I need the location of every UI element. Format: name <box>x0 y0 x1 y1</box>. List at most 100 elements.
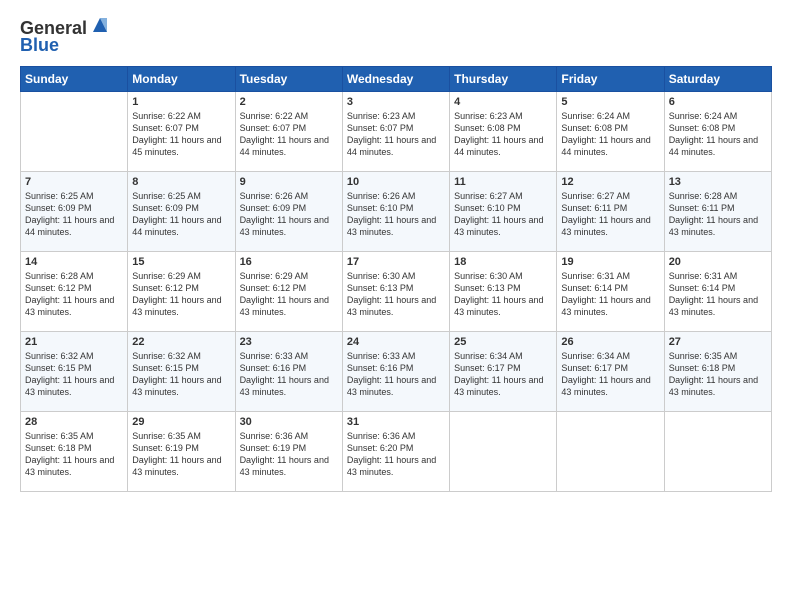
cell-info: Sunrise: 6:34 AM Sunset: 6:17 PM Dayligh… <box>561 350 659 399</box>
header-row: SundayMondayTuesdayWednesdayThursdayFrid… <box>21 67 772 92</box>
cell-info: Sunrise: 6:24 AM Sunset: 6:08 PM Dayligh… <box>669 110 767 159</box>
week-row-2: 7 Sunrise: 6:25 AM Sunset: 6:09 PM Daylig… <box>21 172 772 252</box>
calendar-cell: 28Sunrise: 6:35 AM Sunset: 6:18 PM Dayli… <box>21 412 128 492</box>
calendar-cell: 10 Sunrise: 6:26 AM Sunset: 6:10 PM Dayli… <box>342 172 449 252</box>
cell-info: Sunrise: 6:27 AM Sunset: 6:11 PM Dayligh… <box>561 190 659 239</box>
day-number: 29 <box>132 416 230 428</box>
cell-info: Sunrise: 6:33 AM Sunset: 6:16 PM Dayligh… <box>347 350 445 399</box>
calendar-cell <box>664 412 771 492</box>
day-number: 12 <box>561 176 659 188</box>
day-number: 11 <box>454 176 552 188</box>
logo-icon <box>89 14 111 36</box>
calendar-cell: 24 Sunrise: 6:33 AM Sunset: 6:16 PM Dayli… <box>342 332 449 412</box>
header-thursday: Thursday <box>450 67 557 92</box>
calendar-cell: 12 Sunrise: 6:27 AM Sunset: 6:11 PM Dayli… <box>557 172 664 252</box>
day-number: 30 <box>240 416 338 428</box>
cell-info: Sunrise: 6:29 AM Sunset: 6:12 PM Dayligh… <box>132 270 230 319</box>
day-number: 26 <box>561 336 659 348</box>
calendar-cell: 15 Sunrise: 6:29 AM Sunset: 6:12 PM Dayli… <box>128 252 235 332</box>
calendar-cell: 1Sunrise: 6:22 AM Sunset: 6:07 PM Daylig… <box>128 92 235 172</box>
calendar-cell: 29 Sunrise: 6:35 AM Sunset: 6:19 PM Dayli… <box>128 412 235 492</box>
day-number: 24 <box>347 336 445 348</box>
day-number: 28 <box>25 416 123 428</box>
cell-info: Sunrise: 6:26 AM Sunset: 6:09 PM Dayligh… <box>240 190 338 239</box>
week-row-4: 21Sunrise: 6:32 AM Sunset: 6:15 PM Dayli… <box>21 332 772 412</box>
calendar-cell <box>450 412 557 492</box>
calendar-cell: 4Sunrise: 6:23 AM Sunset: 6:08 PM Daylig… <box>450 92 557 172</box>
cell-info: Sunrise: 6:35 AM Sunset: 6:18 PM Dayligh… <box>669 350 767 399</box>
calendar-cell: 14 Sunrise: 6:28 AM Sunset: 6:12 PM Dayli… <box>21 252 128 332</box>
day-number: 18 <box>454 256 552 268</box>
header-tuesday: Tuesday <box>235 67 342 92</box>
calendar-cell: 31Sunrise: 6:36 AM Sunset: 6:20 PM Dayli… <box>342 412 449 492</box>
cell-info: Sunrise: 6:25 AM Sunset: 6:09 PM Dayligh… <box>132 190 230 239</box>
calendar-cell: 22 Sunrise: 6:32 AM Sunset: 6:15 PM Dayli… <box>128 332 235 412</box>
day-number: 17 <box>347 256 445 268</box>
calendar-cell: 27 Sunrise: 6:35 AM Sunset: 6:18 PM Dayli… <box>664 332 771 412</box>
day-number: 4 <box>454 96 552 108</box>
cell-info: Sunrise: 6:32 AM Sunset: 6:15 PM Dayligh… <box>132 350 230 399</box>
cell-info: Sunrise: 6:33 AM Sunset: 6:16 PM Dayligh… <box>240 350 338 399</box>
calendar-cell: 18 Sunrise: 6:30 AM Sunset: 6:13 PM Dayli… <box>450 252 557 332</box>
cell-info: Sunrise: 6:28 AM Sunset: 6:12 PM Dayligh… <box>25 270 123 319</box>
calendar-cell: 25Sunrise: 6:34 AM Sunset: 6:17 PM Dayli… <box>450 332 557 412</box>
day-number: 13 <box>669 176 767 188</box>
day-number: 15 <box>132 256 230 268</box>
header-monday: Monday <box>128 67 235 92</box>
cell-info: Sunrise: 6:27 AM Sunset: 6:10 PM Dayligh… <box>454 190 552 239</box>
calendar-cell <box>21 92 128 172</box>
cell-info: Sunrise: 6:25 AM Sunset: 6:09 PM Dayligh… <box>25 190 123 239</box>
day-number: 5 <box>561 96 659 108</box>
day-number: 27 <box>669 336 767 348</box>
week-row-5: 28Sunrise: 6:35 AM Sunset: 6:18 PM Dayli… <box>21 412 772 492</box>
cell-info: Sunrise: 6:30 AM Sunset: 6:13 PM Dayligh… <box>347 270 445 319</box>
header-saturday: Saturday <box>664 67 771 92</box>
calendar-cell: 21Sunrise: 6:32 AM Sunset: 6:15 PM Dayli… <box>21 332 128 412</box>
header-sunday: Sunday <box>21 67 128 92</box>
cell-info: Sunrise: 6:30 AM Sunset: 6:13 PM Dayligh… <box>454 270 552 319</box>
week-row-3: 14 Sunrise: 6:28 AM Sunset: 6:12 PM Dayli… <box>21 252 772 332</box>
calendar-cell: 6 Sunrise: 6:24 AM Sunset: 6:08 PM Daylig… <box>664 92 771 172</box>
day-number: 23 <box>240 336 338 348</box>
calendar-cell: 11 Sunrise: 6:27 AM Sunset: 6:10 PM Dayli… <box>450 172 557 252</box>
cell-info: Sunrise: 6:29 AM Sunset: 6:12 PM Dayligh… <box>240 270 338 319</box>
day-number: 1 <box>132 96 230 108</box>
cell-info: Sunrise: 6:31 AM Sunset: 6:14 PM Dayligh… <box>561 270 659 319</box>
calendar-table: SundayMondayTuesdayWednesdayThursdayFrid… <box>20 66 772 492</box>
day-number: 9 <box>240 176 338 188</box>
day-number: 8 <box>132 176 230 188</box>
day-number: 10 <box>347 176 445 188</box>
day-number: 7 <box>25 176 123 188</box>
calendar-cell: 5Sunrise: 6:24 AM Sunset: 6:08 PM Daylig… <box>557 92 664 172</box>
calendar-cell: 17 Sunrise: 6:30 AM Sunset: 6:13 PM Dayli… <box>342 252 449 332</box>
header: General Blue <box>20 18 772 56</box>
cell-info: Sunrise: 6:34 AM Sunset: 6:17 PM Dayligh… <box>454 350 552 399</box>
calendar-cell: 26 Sunrise: 6:34 AM Sunset: 6:17 PM Dayli… <box>557 332 664 412</box>
day-number: 16 <box>240 256 338 268</box>
calendar-cell: 2Sunrise: 6:22 AM Sunset: 6:07 PM Daylig… <box>235 92 342 172</box>
calendar-cell: 23 Sunrise: 6:33 AM Sunset: 6:16 PM Dayli… <box>235 332 342 412</box>
calendar-cell: 30Sunrise: 6:36 AM Sunset: 6:19 PM Dayli… <box>235 412 342 492</box>
calendar-cell: 19 Sunrise: 6:31 AM Sunset: 6:14 PM Dayli… <box>557 252 664 332</box>
day-number: 20 <box>669 256 767 268</box>
cell-info: Sunrise: 6:35 AM Sunset: 6:19 PM Dayligh… <box>132 430 230 479</box>
cell-info: Sunrise: 6:36 AM Sunset: 6:20 PM Dayligh… <box>347 430 445 479</box>
logo: General Blue <box>20 18 111 56</box>
day-number: 6 <box>669 96 767 108</box>
day-number: 22 <box>132 336 230 348</box>
day-number: 3 <box>347 96 445 108</box>
cell-info: Sunrise: 6:28 AM Sunset: 6:11 PM Dayligh… <box>669 190 767 239</box>
calendar-cell: 9 Sunrise: 6:26 AM Sunset: 6:09 PM Daylig… <box>235 172 342 252</box>
calendar-cell <box>557 412 664 492</box>
calendar-cell: 13 Sunrise: 6:28 AM Sunset: 6:11 PM Dayli… <box>664 172 771 252</box>
week-row-1: 1 Sunrise: 6:22 AM Sunset: 6:07 PM Daylig… <box>21 92 772 172</box>
calendar-cell: 20 Sunrise: 6:31 AM Sunset: 6:14 PM Dayli… <box>664 252 771 332</box>
header-friday: Friday <box>557 67 664 92</box>
day-number: 14 <box>25 256 123 268</box>
day-number: 19 <box>561 256 659 268</box>
cell-info: Sunrise: 6:26 AM Sunset: 6:10 PM Dayligh… <box>347 190 445 239</box>
cell-info: Sunrise: 6:22 AM Sunset: 6:07 PM Dayligh… <box>240 110 338 159</box>
cell-info: Sunrise: 6:31 AM Sunset: 6:14 PM Dayligh… <box>669 270 767 319</box>
calendar-cell: 8 Sunrise: 6:25 AM Sunset: 6:09 PM Daylig… <box>128 172 235 252</box>
header-wednesday: Wednesday <box>342 67 449 92</box>
